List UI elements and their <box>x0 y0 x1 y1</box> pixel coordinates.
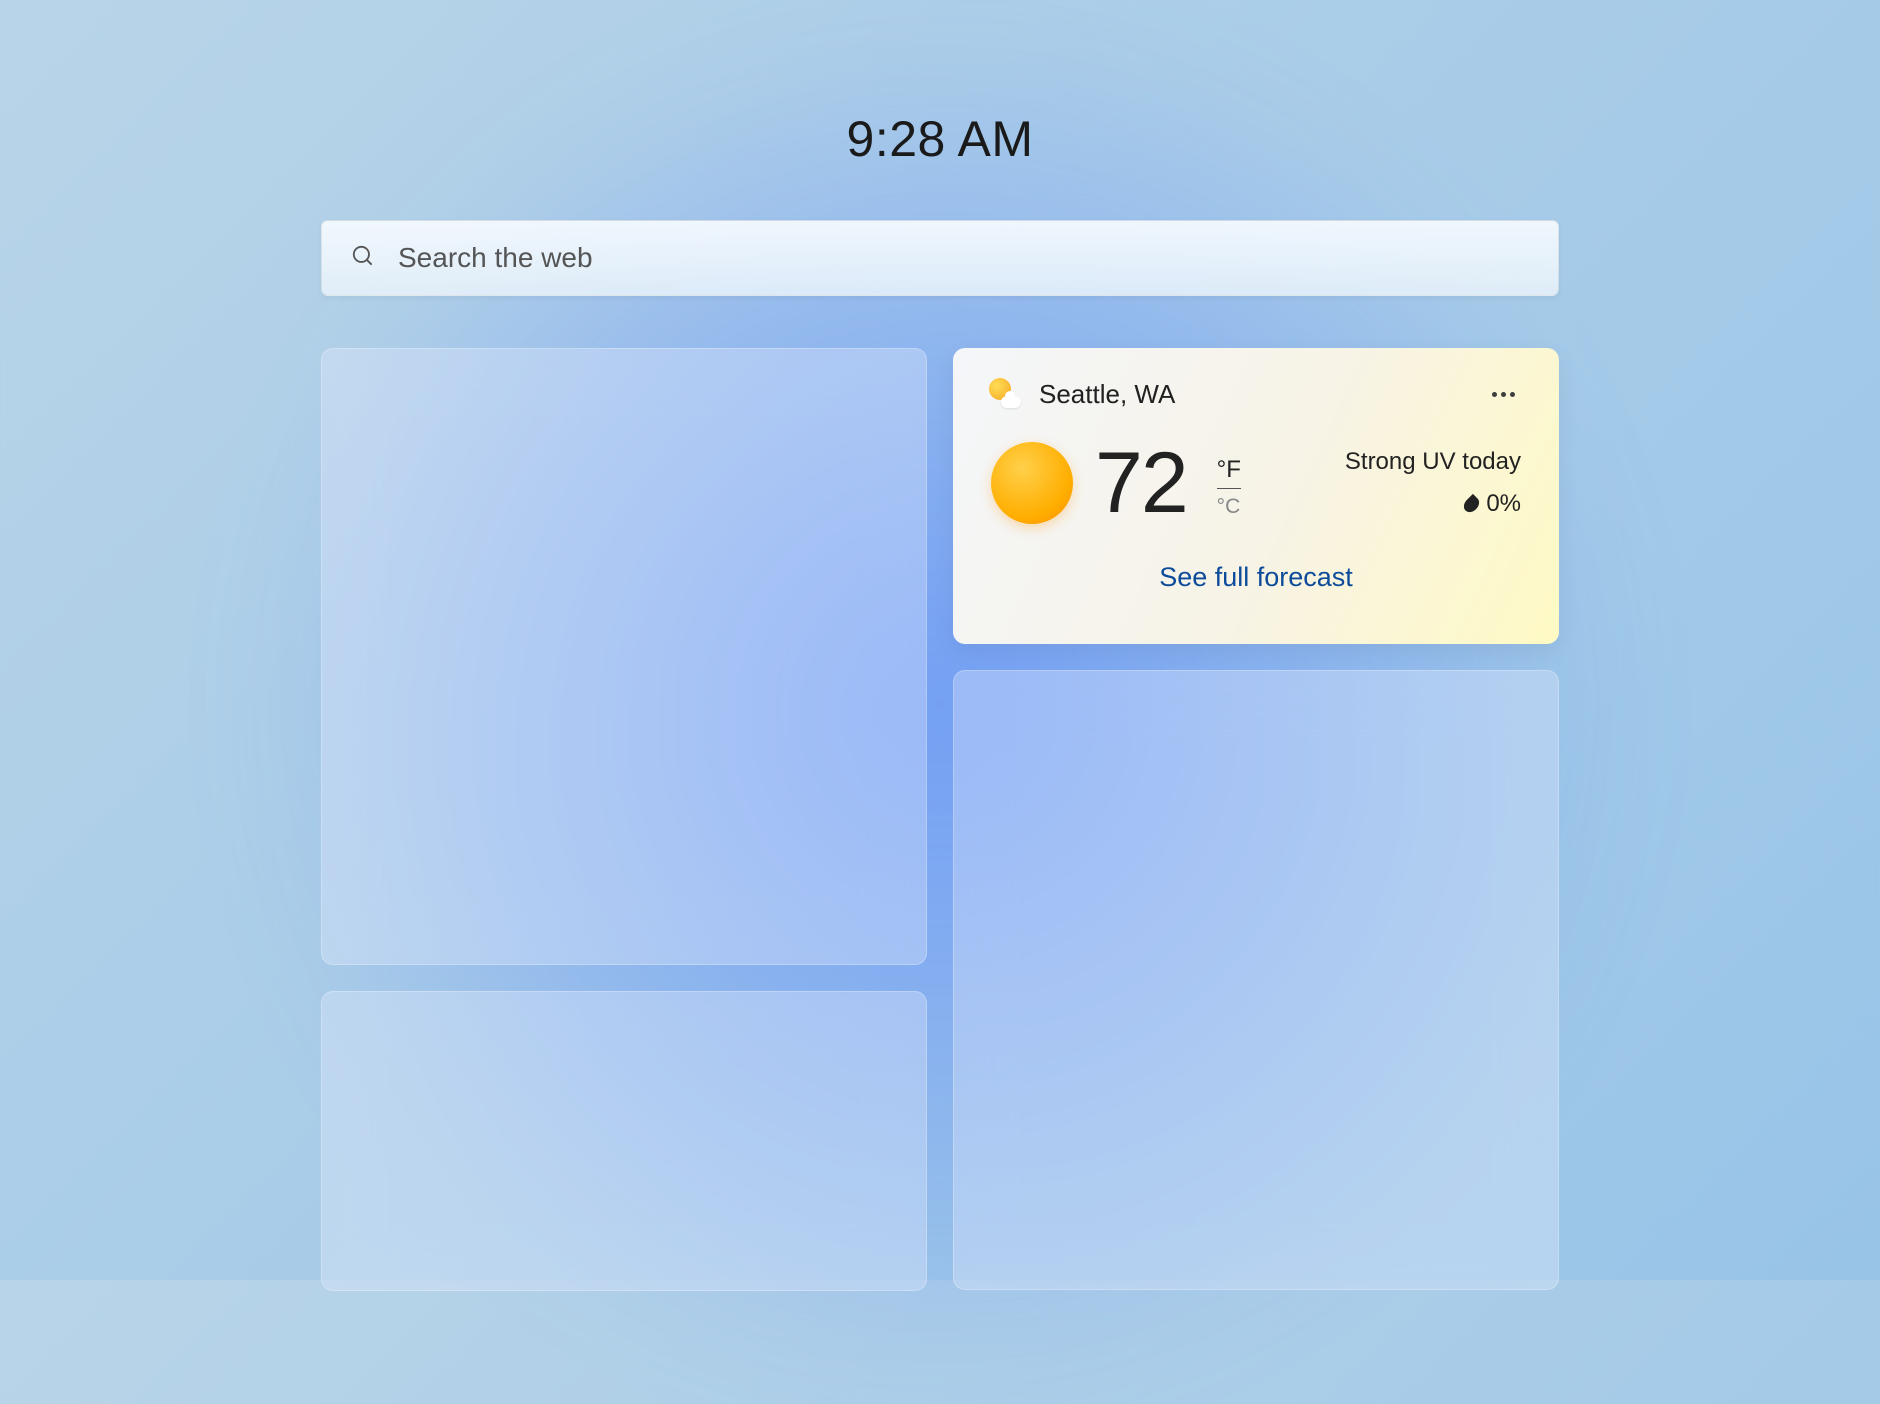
unit-toggle: °F °C <box>1217 448 1241 519</box>
weather-widget[interactable]: Seattle, WA 72 °F °C <box>953 348 1559 644</box>
clock-time: 9:28 AM <box>321 110 1559 168</box>
unit-celsius[interactable]: °C <box>1217 489 1241 519</box>
sun-icon <box>991 442 1073 524</box>
weather-condition: Strong UV today <box>1345 448 1521 476</box>
widget-placeholder-bottom-left[interactable] <box>321 991 927 1291</box>
search-bar[interactable] <box>321 220 1559 296</box>
precipitation-value: 0% <box>1486 490 1521 518</box>
weather-temperature: 72 <box>1095 440 1187 526</box>
weather-app-icon <box>989 378 1021 410</box>
weather-precipitation: 0% <box>1345 490 1521 518</box>
forecast-link[interactable]: See full forecast <box>989 562 1523 593</box>
weather-location: Seattle, WA <box>1039 379 1175 410</box>
widget-placeholder-left[interactable] <box>321 348 927 965</box>
search-input[interactable] <box>398 242 1530 274</box>
widget-placeholder-right[interactable] <box>953 670 1559 1290</box>
drop-icon <box>1461 493 1482 514</box>
unit-fahrenheit[interactable]: °F <box>1217 456 1241 489</box>
weather-more-button[interactable] <box>1484 384 1523 405</box>
search-icon <box>350 243 376 274</box>
